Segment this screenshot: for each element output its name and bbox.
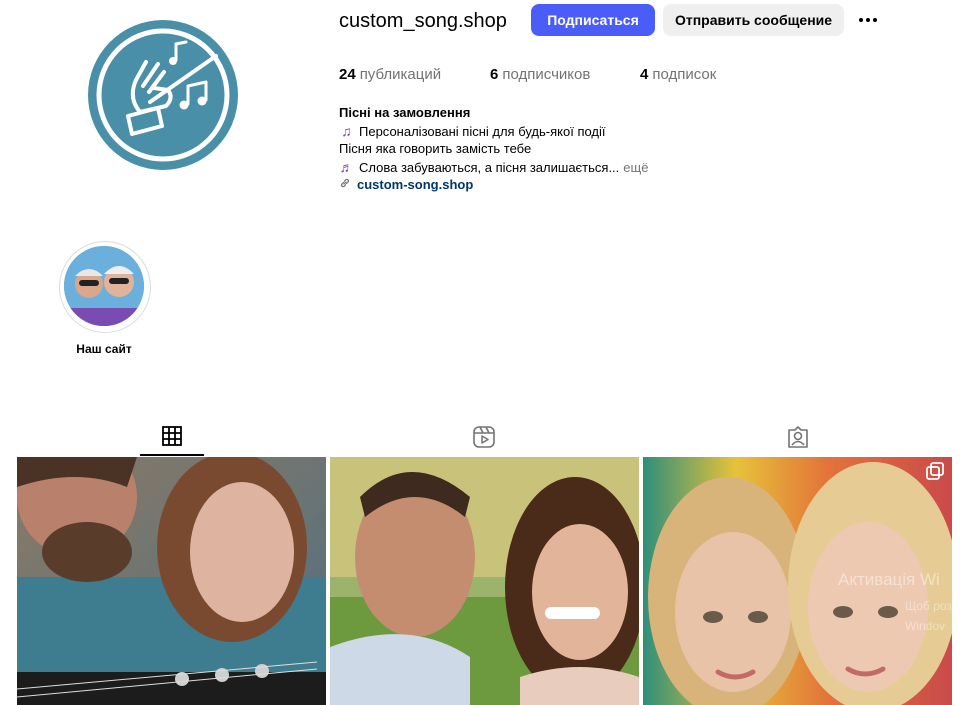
- highlight-label: Наш сайт: [76, 342, 132, 356]
- posts-count-stat: 24 публикаций: [339, 66, 441, 83]
- profile-avatar[interactable]: [88, 20, 238, 170]
- conductor-hand-logo-icon: [96, 28, 230, 162]
- bio-line-1-text: Персоналізовані пісні для будь-якої поді…: [359, 124, 606, 139]
- watermark-line-2: Щоб розд: [905, 599, 959, 613]
- following-count-stat[interactable]: 4 подписок: [640, 66, 716, 83]
- bio-line-3-text: Слова забуваються, а пісня залишається..…: [359, 160, 620, 175]
- tab-reels[interactable]: [452, 418, 516, 456]
- highlight-cover-image[interactable]: [64, 246, 144, 326]
- followers-count: 6: [490, 66, 499, 83]
- follow-button[interactable]: Подписаться: [531, 4, 655, 36]
- following-label: подписок: [652, 66, 717, 83]
- grid-icon: [162, 426, 182, 446]
- post-thumbnail[interactable]: [17, 457, 326, 705]
- profile-username: custom_song.shop: [339, 10, 507, 32]
- bio-link-text: custom-song.shop: [357, 177, 474, 192]
- bio-line-3: ♬ Слова забуваються, а пісня залишається.…: [339, 158, 649, 177]
- send-message-button[interactable]: Отправить сообщение: [663, 4, 844, 36]
- following-count: 4: [640, 66, 649, 83]
- posts-count: 24: [339, 66, 356, 83]
- followers-count-stat[interactable]: 6 подписчиков: [490, 66, 590, 83]
- posts-label: публикаций: [359, 66, 442, 83]
- bio-more-link[interactable]: ещё: [623, 160, 648, 175]
- bio-line-2: Пісня яка говорить замість тебе: [339, 141, 532, 156]
- bio-name: Пісні на замовлення: [339, 105, 471, 120]
- windows-activation-watermark: Активація Wi: [838, 570, 940, 589]
- link-icon: [339, 176, 351, 194]
- bio-website-link[interactable]: custom-song.shop: [339, 176, 473, 194]
- bio-line-1: ♫ Персоналізовані пісні для будь-якої под…: [339, 122, 606, 141]
- windows-activation-watermark-sub: Щоб розд Windov: [905, 596, 959, 636]
- music-note-icon: ♫: [341, 123, 352, 139]
- followers-label: подписчиков: [502, 66, 591, 83]
- reels-icon: [473, 426, 495, 448]
- more-options-icon[interactable]: [852, 6, 884, 34]
- tab-posts[interactable]: [140, 418, 204, 456]
- watermark-line-3: Windov: [905, 619, 946, 633]
- post-thumbnail[interactable]: [330, 457, 639, 705]
- tab-tagged[interactable]: [766, 418, 830, 456]
- tagged-icon: [788, 426, 808, 448]
- musical-keyboard-icon: ♬: [339, 159, 354, 175]
